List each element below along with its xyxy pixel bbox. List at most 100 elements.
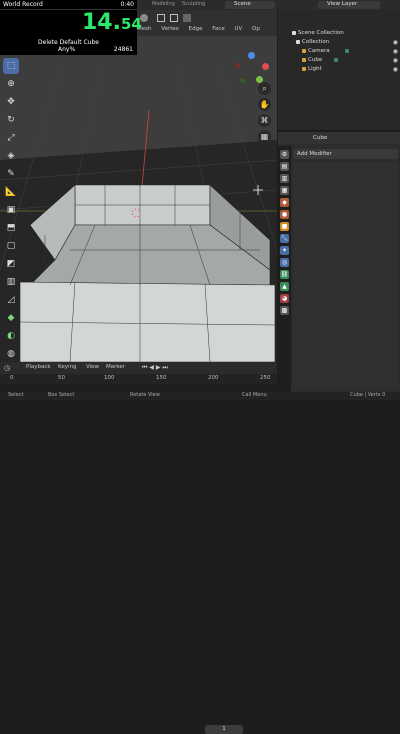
scene-collection-row[interactable]: Scene Collection <box>292 30 344 36</box>
eye-icon[interactable]: ◉ <box>393 48 398 55</box>
rotate-icon[interactable]: ↻ <box>3 112 19 128</box>
outliner-item-label: Cube <box>308 57 323 63</box>
inset-icon[interactable]: ▢ <box>3 238 19 254</box>
scene-label: Scene <box>234 1 251 7</box>
status-stats: Cube | Verts 0 <box>350 392 386 398</box>
add-cube-icon[interactable]: ▣ <box>3 202 19 218</box>
poly-build-icon[interactable]: ◆ <box>3 310 19 326</box>
workspace-tab-modeling[interactable]: Modeling <box>152 1 175 7</box>
timeline-body[interactable] <box>0 384 277 392</box>
viewport-menu: Mesh Vertex Edge Face UV Op <box>137 26 268 32</box>
knife-icon[interactable]: ◿ <box>3 292 19 308</box>
select-mode-edge-icon[interactable] <box>170 14 178 22</box>
playback-controls[interactable]: ⏮ ◀ ▶ ⏭ <box>142 364 168 372</box>
mesh-icon <box>302 57 306 62</box>
scale-icon[interactable]: ⤢ <box>3 130 19 146</box>
texture-tab-icon[interactable]: ▩ <box>280 306 289 315</box>
camera-icon <box>302 48 306 53</box>
properties-header: Cube <box>278 132 400 144</box>
speedrun-timer: World Record 0:40 14.54 Delete Default C… <box>0 0 142 55</box>
transform-icon[interactable]: ◈ <box>3 148 19 164</box>
run-category: Delete Default Cube <box>0 39 137 46</box>
outliner-item-camera[interactable]: Camera <box>302 48 351 54</box>
cursor-icon[interactable]: ⊕ <box>3 76 19 92</box>
mesh-data-icon <box>333 57 338 62</box>
light-icon <box>302 66 306 71</box>
select-mode-vertex-icon[interactable] <box>157 14 165 22</box>
menu-uv[interactable]: UV <box>234 26 242 32</box>
zoom-icon[interactable]: ⌕ <box>258 82 271 95</box>
physics-tab-icon[interactable]: ◎ <box>280 258 289 267</box>
scene-selector[interactable]: Scene <box>225 1 275 9</box>
scene-tab-icon[interactable]: ◆ <box>280 198 289 207</box>
outliner-item-cube[interactable]: Cube <box>302 57 340 63</box>
tool-shelf: ⬚ ⊕ ✥ ↻ ⤢ ◈ ✎ 📐 ▣ ⬒ ▢ ◩ ▥ ◿ ◆ ◐ ◍ <box>3 56 21 361</box>
current-frame-field[interactable]: 1 <box>205 725 243 734</box>
neg-y-axis-icon[interactable] <box>240 78 245 83</box>
pan-hand-icon[interactable]: ✋ <box>258 98 271 111</box>
modifier-stack <box>293 162 398 387</box>
status-select: Select <box>8 392 24 398</box>
scene-collection-label: Scene Collection <box>298 30 344 36</box>
tick-label: 200 <box>208 375 219 381</box>
world-tab-icon[interactable]: ● <box>280 210 289 219</box>
camera-data-icon <box>345 48 350 53</box>
menu-edge[interactable]: Edge <box>189 26 203 32</box>
perspective-grid-icon[interactable]: ▦ <box>258 130 271 143</box>
loop-cut-icon[interactable]: ▥ <box>3 274 19 290</box>
add-modifier-button[interactable]: Add Modifier <box>293 149 398 159</box>
particles-tab-icon[interactable]: ✦ <box>280 246 289 255</box>
render-tab-icon[interactable]: ▤ <box>280 162 289 171</box>
output-tab-icon[interactable]: ▥ <box>280 174 289 183</box>
outliner-item-label: Camera <box>308 48 330 54</box>
menu-marker[interactable]: Marker <box>106 364 125 370</box>
view-layer-tab-icon[interactable]: ▦ <box>280 186 289 195</box>
timeline-ruler[interactable]: 0 50 100 150 200 250 <box>0 374 277 384</box>
object-tab-icon[interactable]: ■ <box>280 222 289 231</box>
menu-options[interactable]: Op <box>252 26 260 32</box>
constraints-tab-icon[interactable]: ⛓ <box>280 270 289 279</box>
outliner-item-label: Light <box>308 66 322 72</box>
collection-icon <box>296 39 300 44</box>
spin-icon[interactable]: ◐ <box>3 328 19 344</box>
smooth-icon[interactable]: ◍ <box>3 346 19 362</box>
eye-icon[interactable]: ◉ <box>393 39 398 46</box>
menu-keying[interactable]: Keying <box>58 364 76 370</box>
eye-icon[interactable]: ◉ <box>393 66 398 73</box>
x-axis-icon[interactable] <box>262 63 269 70</box>
select-mode-face-icon[interactable] <box>183 14 191 22</box>
tool-tab-icon[interactable]: ⚙ <box>280 150 289 159</box>
outliner-item-light[interactable]: Light <box>302 66 322 72</box>
move-icon[interactable]: ✥ <box>3 94 19 110</box>
eye-icon[interactable]: ◉ <box>393 57 398 64</box>
select-box-icon[interactable]: ⬚ <box>3 58 19 74</box>
tick-label: 150 <box>156 375 167 381</box>
timeline-editor-icon[interactable]: ◷ <box>4 364 10 372</box>
status-box-select: Box Select <box>48 392 75 398</box>
collection-label: Collection <box>302 39 330 45</box>
menu-face[interactable]: Face <box>212 26 224 32</box>
timer-title: World Record <box>3 1 43 8</box>
measure-icon[interactable]: 📐 <box>3 184 19 200</box>
tick-label: 50 <box>58 375 65 381</box>
view-layer-selector[interactable]: View Layer <box>318 1 380 9</box>
attempt-count: 24861 <box>113 46 133 53</box>
status-call-menu: Call Menu <box>242 392 267 398</box>
status-rotate-view: Rotate View <box>130 392 160 398</box>
menu-view[interactable]: View <box>86 364 99 370</box>
data-tab-icon[interactable]: ▲ <box>280 282 289 291</box>
extrude-icon[interactable]: ⬒ <box>3 220 19 236</box>
menu-playback[interactable]: Playback <box>26 364 51 370</box>
annotate-icon[interactable]: ✎ <box>3 166 19 182</box>
neg-x-axis-icon[interactable] <box>235 63 240 68</box>
workspace-tab-sculpting[interactable]: Sculpting <box>182 1 205 7</box>
camera-view-icon[interactable]: ⌘ <box>258 114 271 127</box>
bevel-icon[interactable]: ◩ <box>3 256 19 272</box>
modifier-tab-icon[interactable]: 🔧 <box>280 234 289 243</box>
z-axis-icon[interactable] <box>248 52 255 59</box>
material-tab-icon[interactable]: ◕ <box>280 294 289 303</box>
collection-row[interactable]: Collection <box>296 39 329 45</box>
view-layer-label: View Layer <box>327 1 358 7</box>
outliner-panel: Scene Collection Collection ◉ Camera ◉ C… <box>278 10 400 130</box>
menu-vertex[interactable]: Vertex <box>161 26 179 32</box>
